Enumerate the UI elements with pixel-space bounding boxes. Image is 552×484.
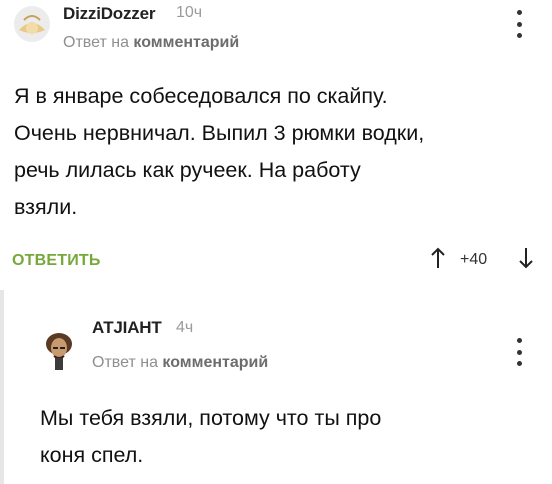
comment-text-line: взяли. <box>14 195 78 219</box>
comment-text-line: Очень нервничал. Выпил 3 рюмки водки, <box>14 121 425 145</box>
reply-to-prefix: Ответ на <box>92 354 158 371</box>
comment-time: 10ч <box>176 4 203 21</box>
vote-count: +40 <box>460 251 488 268</box>
comment-text-line: коня спел. <box>40 443 144 467</box>
comment-author[interactable]: АТЈІАНТ <box>92 318 162 338</box>
avatar[interactable] <box>42 330 76 370</box>
comment-time: 4ч <box>176 319 194 336</box>
more-options-icon[interactable] <box>512 338 526 366</box>
reply-to-info: Ответ на комментарий <box>92 354 268 372</box>
comment-text-line: Мы тебя взяли, потому что ты про <box>40 406 382 430</box>
reply-to-link[interactable]: комментарий <box>133 34 239 51</box>
more-options-icon[interactable] <box>512 10 526 38</box>
reply-button[interactable]: ОТВЕТИТЬ <box>12 252 101 270</box>
comment-text-line: речь лилась как ручеек. На работу <box>14 158 361 182</box>
comment-author[interactable]: DizziDozzer <box>63 4 155 24</box>
downvote-icon[interactable] <box>518 247 534 274</box>
comment-text-line: Я в январе собеседовался по скайпу. <box>14 84 388 108</box>
reply-to-prefix: Ответ на <box>63 34 129 51</box>
upvote-icon[interactable] <box>430 247 446 274</box>
comment-dizzidozzer: DizziDozzer 10ч Ответ на комментарий Я в… <box>0 0 552 290</box>
comment-atjiaht: АТЈІАНТ 4ч Ответ на комментарий Мы тебя … <box>0 290 552 484</box>
avatar[interactable] <box>14 6 50 42</box>
comment-text: Я в январе собеседовался по скайпу. Очен… <box>14 78 424 226</box>
reply-to-info: Ответ на комментарий <box>63 34 239 52</box>
comment-text: Мы тебя взяли, потому что ты про коня сп… <box>40 400 381 474</box>
reply-to-link[interactable]: комментарий <box>162 354 268 371</box>
